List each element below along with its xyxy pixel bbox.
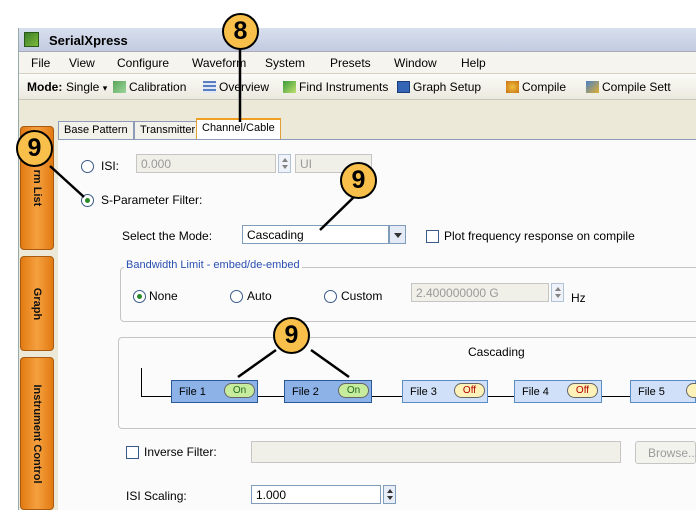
callout-8: 8: [222, 13, 259, 50]
callout-9-files: 9: [273, 317, 310, 354]
callout-leaders: [49, 48, 357, 379]
callout-9-sparam: 9: [16, 130, 53, 167]
callout-9-mode: 9: [340, 162, 377, 199]
